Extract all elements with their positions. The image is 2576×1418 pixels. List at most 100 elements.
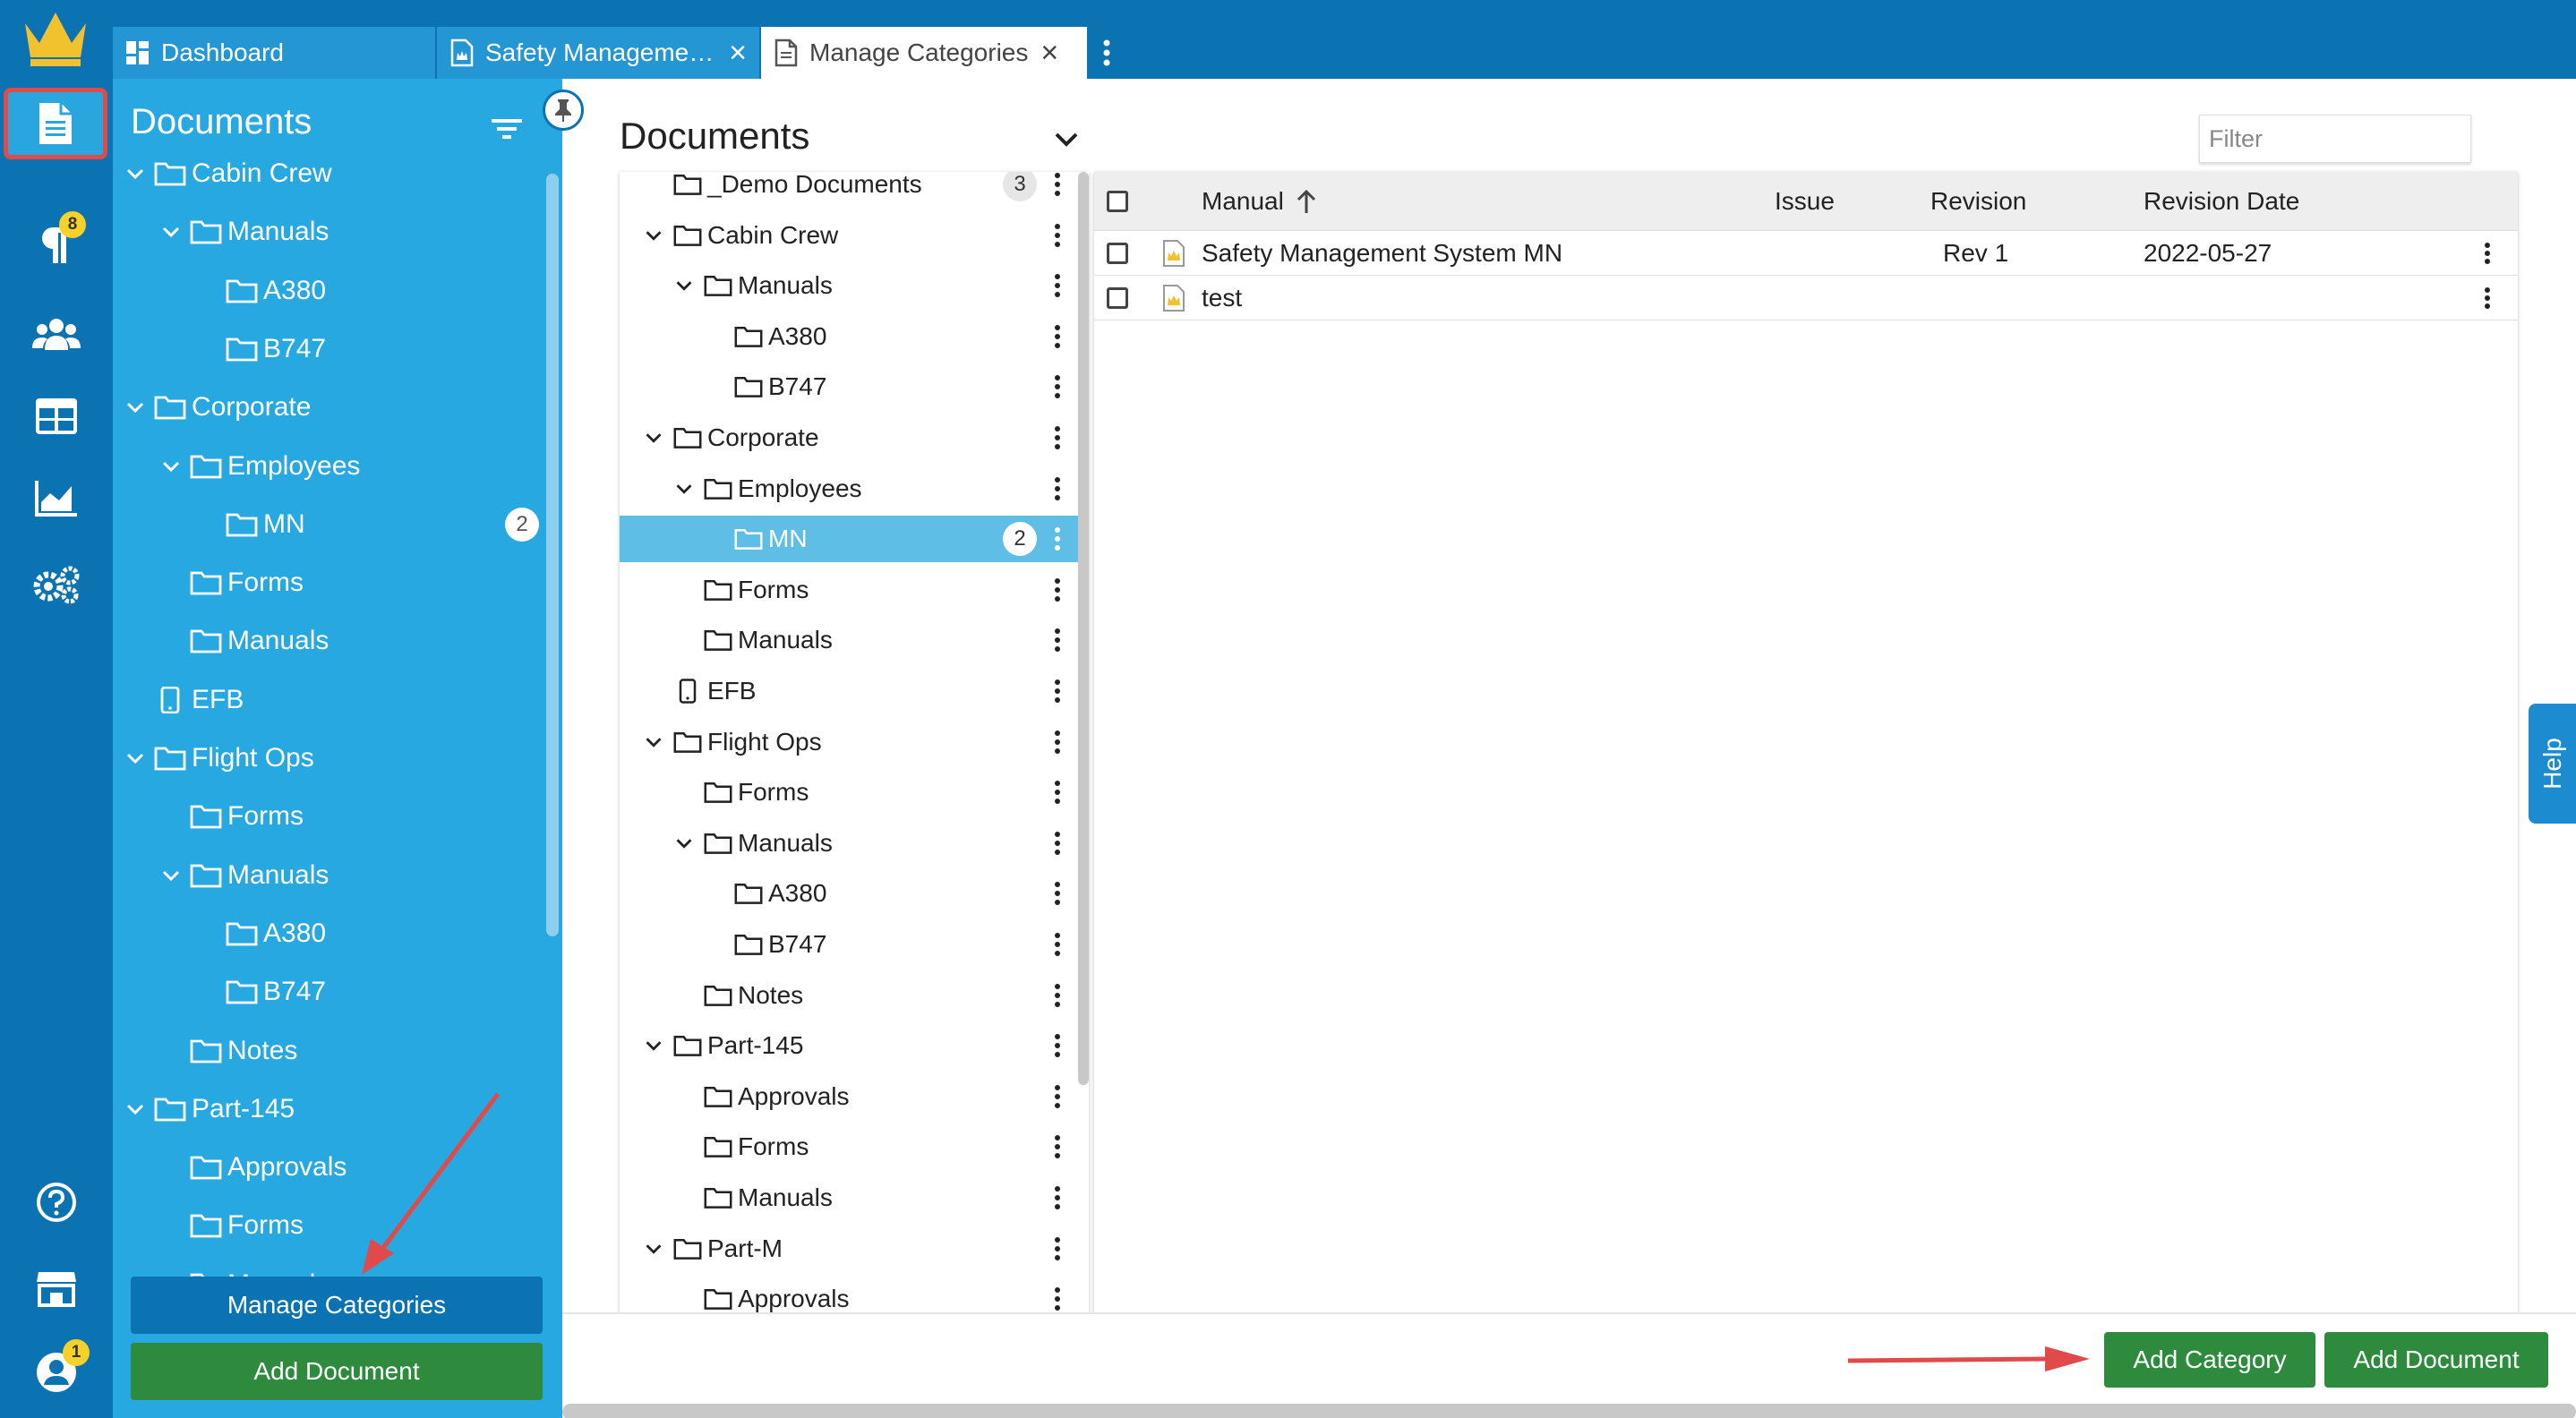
chevron-down-icon[interactable] <box>1051 124 1082 154</box>
row-checkbox[interactable] <box>1107 231 1128 276</box>
sidebar-tree-item[interactable]: Forms <box>190 1199 304 1252</box>
filter-icon[interactable] <box>489 111 525 147</box>
tab-manage-categories[interactable]: Manage Categories × <box>761 27 1089 79</box>
sidebar-tree-item[interactable]: Forms <box>190 790 304 843</box>
chevron-down-icon[interactable] <box>641 223 666 248</box>
help-tab[interactable]: Help <box>2529 704 2576 824</box>
crown-logo-icon[interactable] <box>20 7 91 70</box>
tree-item[interactable]: B747 <box>620 921 1080 968</box>
select-all-checkbox[interactable] <box>1107 172 1128 231</box>
tree-item[interactable]: A380 <box>620 870 1080 917</box>
table-row[interactable]: Safety Management System MN Rev 1 2022-0… <box>1094 231 2518 276</box>
add-document-button-sidebar[interactable]: Add Document <box>131 1343 543 1400</box>
tree-item[interactable]: Forms <box>620 769 1080 816</box>
rail-users[interactable] <box>0 294 113 374</box>
add-document-button[interactable]: Add Document <box>2324 1332 2548 1388</box>
row-menu-icon[interactable] <box>1053 476 1062 501</box>
row-menu-icon[interactable] <box>1053 1236 1062 1261</box>
tree-item[interactable]: Manuals <box>620 820 1080 867</box>
tab-dashboard[interactable]: Dashboard <box>113 27 437 79</box>
chevron-down-icon[interactable] <box>641 730 666 755</box>
sidebar-tree-item[interactable]: EFB <box>154 673 244 727</box>
manage-categories-button[interactable]: Manage Categories <box>131 1277 543 1334</box>
chevron-down-icon[interactable] <box>158 218 184 245</box>
chevron-down-icon[interactable] <box>158 453 184 480</box>
row-menu-icon[interactable] <box>1053 983 1062 1008</box>
chevron-down-icon[interactable] <box>122 160 149 187</box>
tree-item[interactable]: _Demo Documents 3 <box>620 172 1080 208</box>
sidebar-tree-item[interactable]: Manuals <box>190 614 329 668</box>
row-menu-icon[interactable] <box>1053 223 1062 248</box>
chevron-down-icon[interactable] <box>122 745 149 772</box>
chevron-down-icon[interactable] <box>641 1236 666 1261</box>
chevron-down-icon[interactable] <box>158 862 184 889</box>
sidebar-tree-item[interactable]: Employees <box>158 440 360 493</box>
rail-notices[interactable]: 8 <box>0 204 113 285</box>
rail-account[interactable]: 1 <box>0 1332 113 1413</box>
sidebar-tree-item[interactable]: Manuals <box>158 205 329 259</box>
rail-tables[interactable] <box>0 376 113 457</box>
rail-documents[interactable] <box>4 88 107 159</box>
tree-item[interactable]: Part-M <box>620 1226 1080 1272</box>
sidebar-tree-item[interactable]: Manuals <box>158 849 329 902</box>
row-menu-icon[interactable] <box>1053 273 1062 298</box>
sidebar-tree-item[interactable]: Flight Ops <box>122 731 314 785</box>
row-menu-icon[interactable] <box>1053 1084 1062 1109</box>
row-menu-icon[interactable] <box>1053 1286 1062 1311</box>
row-menu-icon[interactable] <box>1053 577 1062 602</box>
table-row[interactable]: test <box>1094 276 2518 320</box>
sidebar-tree-item[interactable]: A380 <box>226 264 326 318</box>
cell-manual[interactable]: test <box>1202 276 1242 320</box>
row-menu-icon[interactable] <box>1053 730 1062 755</box>
tab-safety-management[interactable]: Safety Management… × <box>437 27 761 79</box>
sidebar-scrollbar[interactable] <box>546 174 559 936</box>
sidebar-tree-item[interactable]: Cabin Crew <box>122 147 332 201</box>
row-checkbox[interactable] <box>1107 276 1128 320</box>
row-menu-icon[interactable] <box>1053 881 1062 906</box>
tree-item[interactable]: Notes <box>620 972 1080 1019</box>
sidebar-tree-item[interactable]: MN <box>226 498 305 551</box>
sidebar-tree-item[interactable]: A380 <box>226 907 326 961</box>
tree-item[interactable]: B747 <box>620 363 1080 410</box>
tree-item[interactable]: Manuals <box>620 262 1080 309</box>
sort-ascending-icon[interactable] <box>1295 188 1318 215</box>
row-menu-icon[interactable] <box>1053 324 1062 349</box>
chevron-down-icon[interactable] <box>641 1033 666 1058</box>
sidebar-tree-item[interactable]: Corporate <box>122 380 311 434</box>
row-menu-icon[interactable] <box>1053 831 1062 856</box>
column-revision[interactable]: Revision <box>1930 172 2026 231</box>
row-menu-icon[interactable] <box>1053 172 1062 197</box>
tree-item[interactable]: Manuals <box>620 1175 1080 1221</box>
row-menu-icon[interactable] <box>1053 1185 1062 1210</box>
sidebar-tree-item[interactable]: B747 <box>226 965 326 1019</box>
row-menu-icon[interactable] <box>2484 231 2491 276</box>
row-menu-icon[interactable] <box>1053 679 1062 704</box>
chevron-down-icon[interactable] <box>641 425 666 450</box>
add-category-button[interactable]: Add Category <box>2104 1332 2315 1388</box>
tree-scrollbar[interactable] <box>1078 172 1089 1085</box>
row-menu-icon[interactable] <box>1053 1134 1062 1159</box>
row-menu-icon[interactable] <box>1053 628 1062 653</box>
sidebar-tree-item[interactable]: Notes <box>190 1024 297 1078</box>
chevron-down-icon[interactable] <box>672 273 697 298</box>
horizontal-scrollbar[interactable] <box>562 1404 2576 1418</box>
row-menu-icon[interactable] <box>1053 526 1062 551</box>
sidebar-tree-item[interactable]: Forms <box>190 556 304 610</box>
cell-manual[interactable]: Safety Management System MN <box>1202 231 1562 276</box>
rail-settings[interactable] <box>0 544 113 625</box>
sidebar-tree-item[interactable]: Part-145 <box>122 1082 295 1136</box>
tree-item[interactable]: Employees <box>620 466 1080 512</box>
tree-item[interactable]: Approvals <box>620 1073 1080 1120</box>
tree-item[interactable]: A380 <box>620 313 1080 360</box>
sidebar-tree-item[interactable]: Approvals <box>190 1140 347 1194</box>
column-issue[interactable]: Issue <box>1775 172 1835 231</box>
close-icon[interactable]: × <box>729 38 747 68</box>
rail-reports[interactable] <box>0 458 113 539</box>
column-manual[interactable]: Manual <box>1202 172 1318 231</box>
sidebar-tree-item[interactable]: B747 <box>226 322 326 376</box>
chevron-down-icon[interactable] <box>672 476 697 501</box>
row-menu-icon[interactable] <box>1053 1033 1062 1058</box>
row-menu-icon[interactable] <box>1053 780 1062 805</box>
rail-help[interactable] <box>0 1162 113 1243</box>
tree-item[interactable]: Forms <box>620 1123 1080 1170</box>
